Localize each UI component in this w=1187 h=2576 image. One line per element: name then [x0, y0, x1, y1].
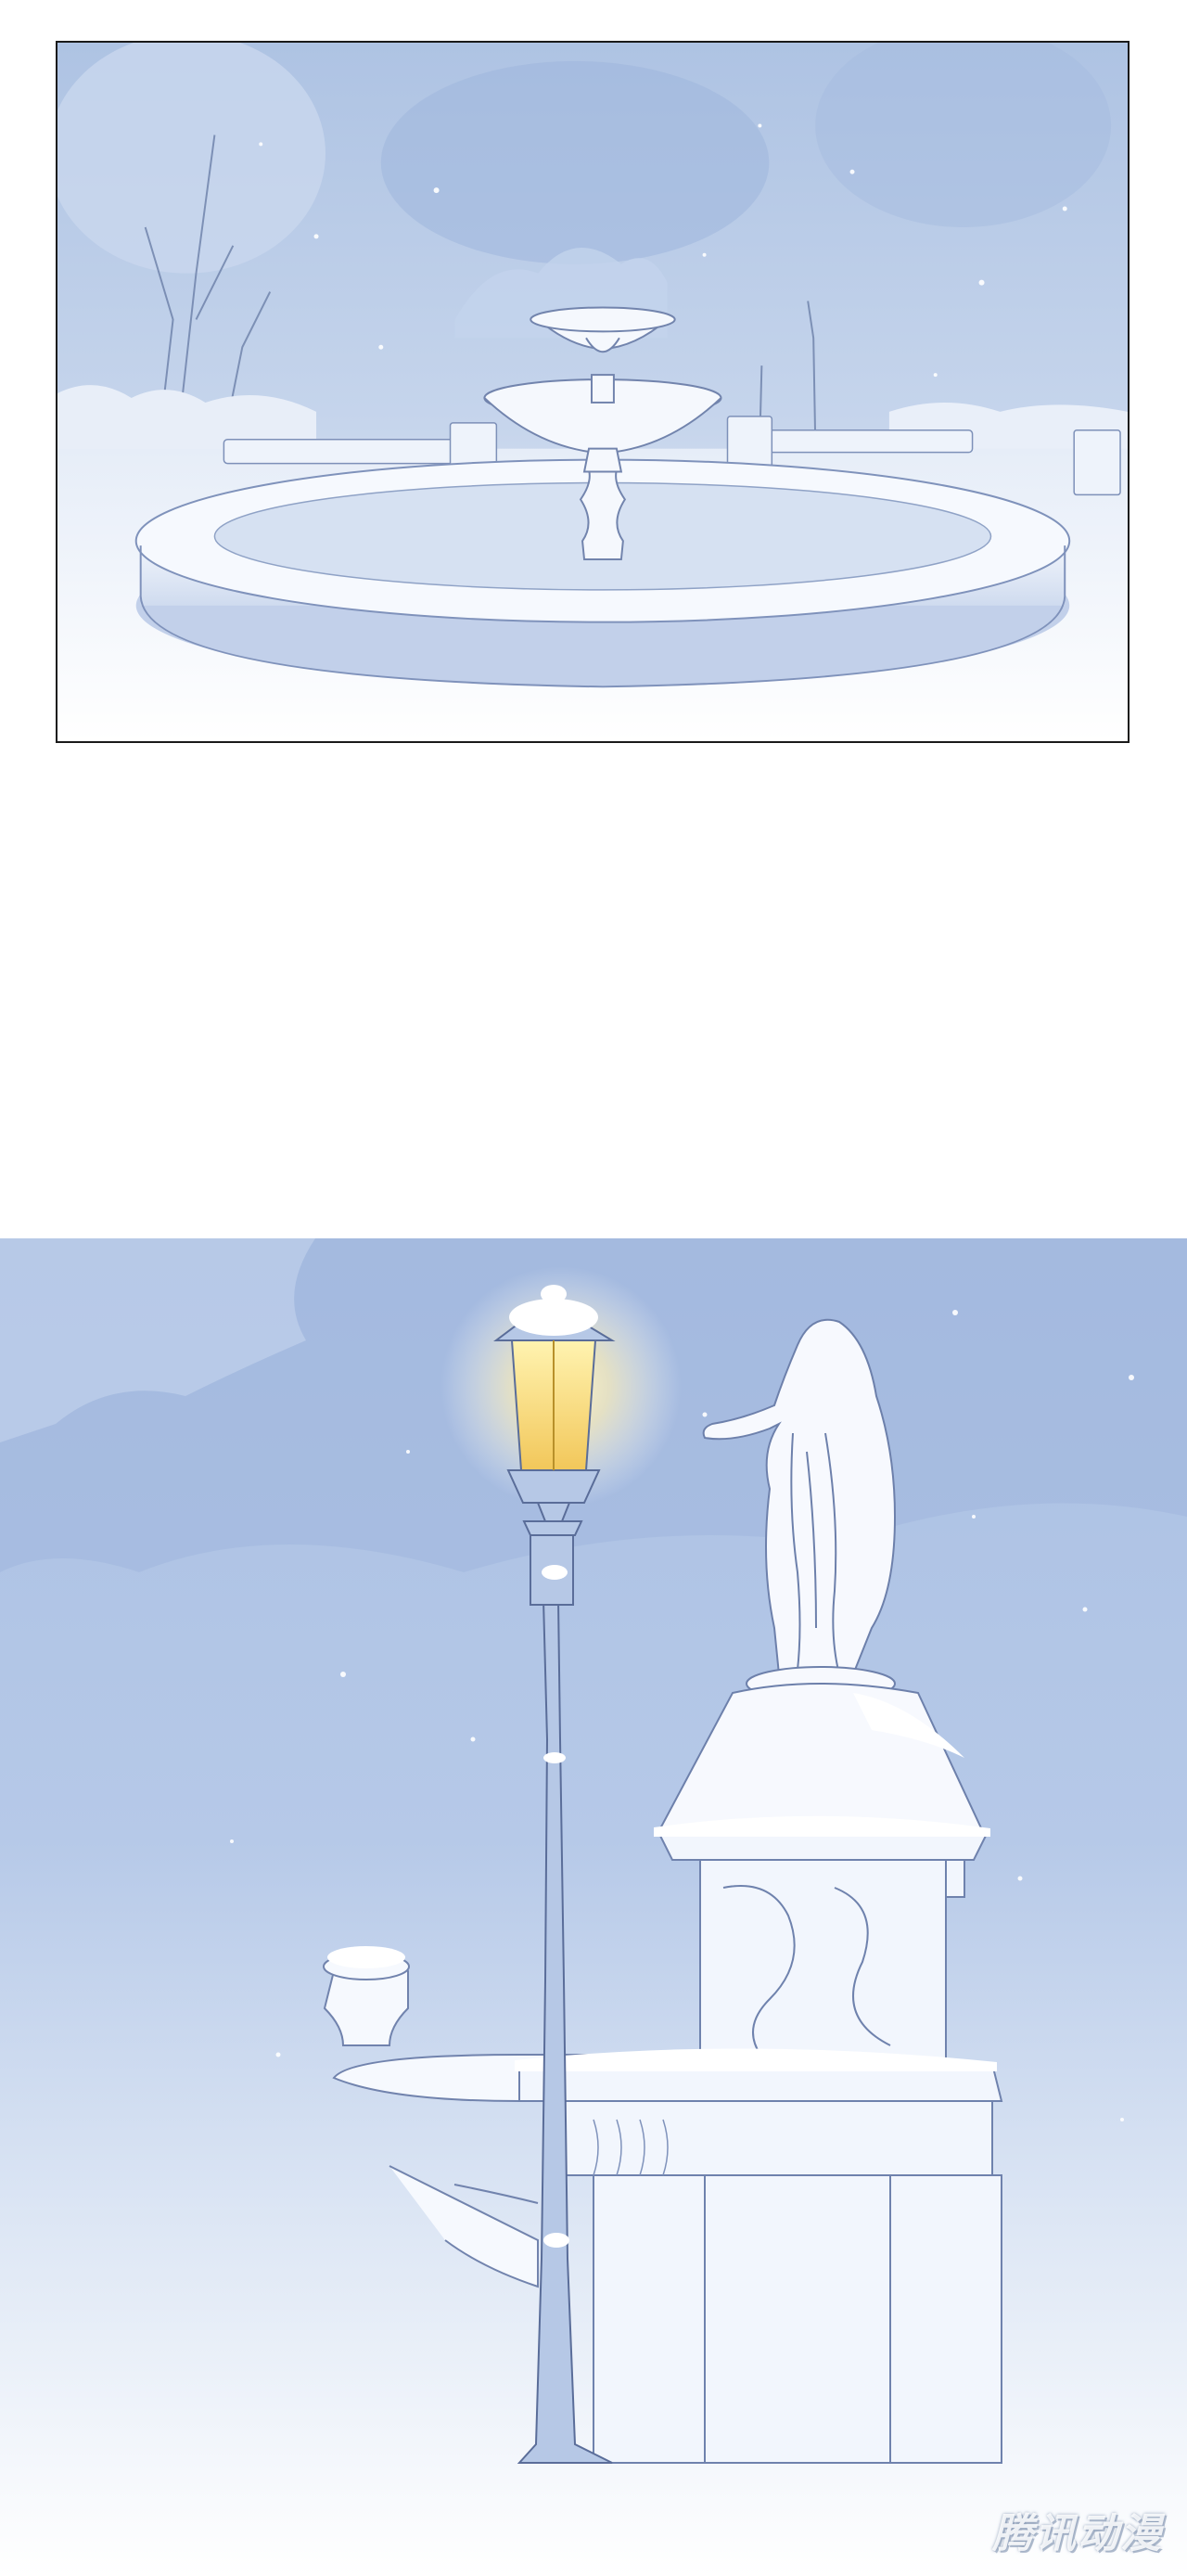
- publisher-watermark: 腾讯动漫: [992, 2510, 1163, 2557]
- comic-panel-fountain: [56, 41, 1130, 743]
- comic-panel-lamp-statue: 腾讯动漫: [0, 1238, 1187, 2576]
- lamp-statue-scene-illustration: [0, 1238, 1187, 2576]
- fountain-scene-illustration: [57, 43, 1128, 741]
